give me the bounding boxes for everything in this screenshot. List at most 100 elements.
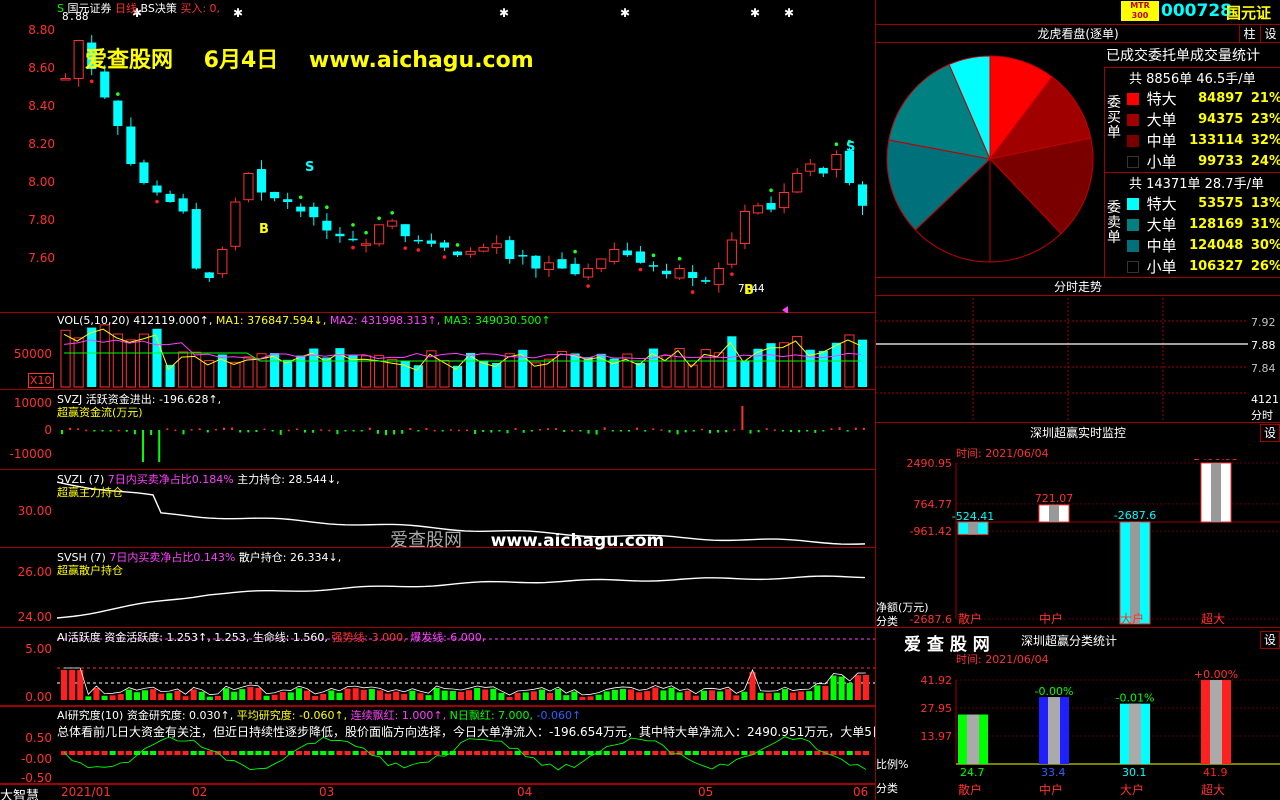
up-dot (377, 216, 381, 221)
research-bar (344, 751, 351, 755)
classify-category: 超大 (1201, 782, 1225, 797)
yaxis-tick: 8.80 (28, 23, 55, 37)
research-bar (231, 751, 238, 755)
ai-activity-panel[interactable]: AI活跃度 资金活跃度: 1.253↑, 1.253, 生命线: 1.560, … (0, 628, 875, 706)
down-dot (351, 245, 355, 250)
buy-row-name: 大单 (1146, 111, 1177, 129)
svsh-ratio: 7日内买卖净占比0.143% (109, 551, 236, 564)
activity-bar (376, 690, 383, 700)
research-bar (579, 751, 586, 755)
ai-res-cont: 连续飘红: 1.000↑, (350, 709, 447, 722)
monitor-panel[interactable]: 深圳超赢实时监控 设 时间: 2021/06/04 2490.95 764.77-… (875, 423, 1280, 628)
svzj-bar (700, 428, 703, 431)
ai-research-panel[interactable]: AI研究度(10) 资金研究度: 0.030↑, 平均研究度: -0.060↑,… (0, 706, 875, 785)
svzj-bar (433, 429, 436, 432)
volume-bar-up (543, 358, 555, 388)
sell-row-name: 大单 (1146, 216, 1177, 234)
activity-bar (433, 687, 440, 700)
research-bar (409, 751, 416, 755)
stock-short-name: 国元证 (1226, 4, 1272, 22)
candle-down (661, 270, 672, 275)
activity-bar (498, 692, 505, 700)
up-dot (298, 195, 303, 200)
svzj-bar (449, 429, 452, 431)
svzj-bar (77, 428, 80, 430)
monitor-settings-button[interactable]: 设 (1260, 424, 1280, 442)
yaxis-tick: 8.00 (28, 175, 55, 189)
classify-settings-button[interactable]: 设 (1260, 631, 1280, 649)
research-bar (587, 751, 594, 755)
buy-row-name: 中单 (1146, 132, 1177, 150)
lhb-panel[interactable]: 龙虎看盘(逐单) 柱 设 已成交委托单成交量统计 共 8856单 46.5手/单… (875, 24, 1280, 278)
svzj-bar (385, 430, 387, 436)
research-bar (660, 751, 667, 755)
x-axis: 大智慧 2021/01 02 03 04 05 06 (0, 784, 875, 800)
kline-panel[interactable]: ✱ ✱ ✱ ✱ ✱ ✱ S 国元证券 日线 BS决策 买入: 0, 8.88 7.44 8… (0, 0, 875, 313)
svzj-bar (709, 430, 711, 434)
fenshi-panel[interactable]: 分时走势 7.92 7.88 7.84 41211 分时 (875, 278, 1280, 423)
research-bar (806, 751, 813, 755)
svzl-panel[interactable]: SVZL (7) 7日内买卖净占比0.184% 主力持仓: 28.544↓, 超… (0, 470, 875, 551)
candle-up (465, 250, 476, 255)
volume-bar-up (713, 352, 724, 388)
logo-bottom: 300 (1131, 11, 1149, 20)
research-bar (830, 751, 837, 755)
bar-toggle-button[interactable]: 柱 (1239, 25, 1259, 43)
svzj-bar (619, 430, 622, 432)
activity-bar (360, 689, 367, 700)
candle-up (478, 247, 489, 252)
svzj-bar (644, 430, 647, 432)
svzj-bar (579, 430, 582, 432)
svzj-bar (223, 427, 225, 430)
classify-yaxis-tick: 27.95 (921, 702, 953, 715)
candle-down (100, 71, 110, 98)
monitor-bar-shade (1130, 522, 1140, 624)
xaxis-label: 05 (698, 785, 714, 799)
research-bar (725, 751, 732, 755)
research-bar (101, 751, 108, 755)
sell-row-volume: 128169 (1189, 217, 1244, 232)
svzj-bar (636, 427, 639, 430)
svzj-bar (530, 430, 533, 432)
svsh-panel[interactable]: SVSH (7) 7日内买卖净占比0.143% 散户持仓: 26.334↓, 超… (0, 548, 875, 628)
volume-bar-down (152, 328, 162, 387)
research-bar (474, 751, 481, 755)
candle-down (322, 220, 332, 231)
buy-total: 共 8856单 46.5手/单 (1129, 72, 1256, 87)
svzj-panel[interactable]: SVZJ 活跃资金进出: -196.628↑, 超赢资金流(万元) 10000 … (0, 390, 875, 470)
svzj-bar (409, 427, 412, 430)
xaxis-label: 03 (319, 785, 335, 799)
activity-bar (822, 685, 829, 700)
vol-unit-badge[interactable]: X10 (28, 373, 54, 388)
svzj-bar (741, 406, 744, 430)
up-dot (651, 253, 656, 258)
swatch-icon (1127, 155, 1139, 168)
yaxis-tick: 7.60 (28, 251, 55, 265)
candle-down (439, 242, 450, 248)
activity-bar (239, 689, 246, 700)
ai-res-summary: 总体看前几日大资金有关注，但近日持续性逐步降低，股价面临方向选择，今日大单净流入… (57, 725, 875, 739)
activity-bar (190, 689, 197, 700)
volume-panel[interactable]: VOL(5,10,20) 412119.000↑, MA1: 376847.59… (0, 313, 875, 390)
research-bar (263, 751, 270, 755)
volume-bar-down (283, 359, 293, 387)
down-dot (416, 248, 421, 252)
research-bar (611, 751, 618, 755)
classify-unit: 比例% (876, 758, 909, 771)
lhb-settings-button[interactable]: 设 (1260, 25, 1280, 43)
candle-up (792, 173, 803, 193)
svzj-bar (790, 430, 792, 433)
classify-panel[interactable]: 爱 查 股 网 深圳超赢分类统计 设 时间: 2021/06/04 41.92 2… (875, 628, 1280, 800)
research-bar (360, 751, 367, 755)
candle-up (779, 192, 790, 209)
svzj-bar (85, 429, 88, 432)
ai-act-yaxis-tick: 0.00 (25, 690, 52, 704)
activity-bar (271, 694, 278, 700)
sell-row: 小单 106327 26% (1127, 256, 1280, 277)
top-star: ✱ (499, 6, 509, 20)
svzj-bar (506, 430, 509, 434)
period-label[interactable]: 日线 (115, 2, 137, 15)
activity-bar (231, 691, 238, 700)
research-bar (142, 751, 149, 755)
ai-res-desc: 资金研究度: 0.030↑, (126, 709, 234, 722)
